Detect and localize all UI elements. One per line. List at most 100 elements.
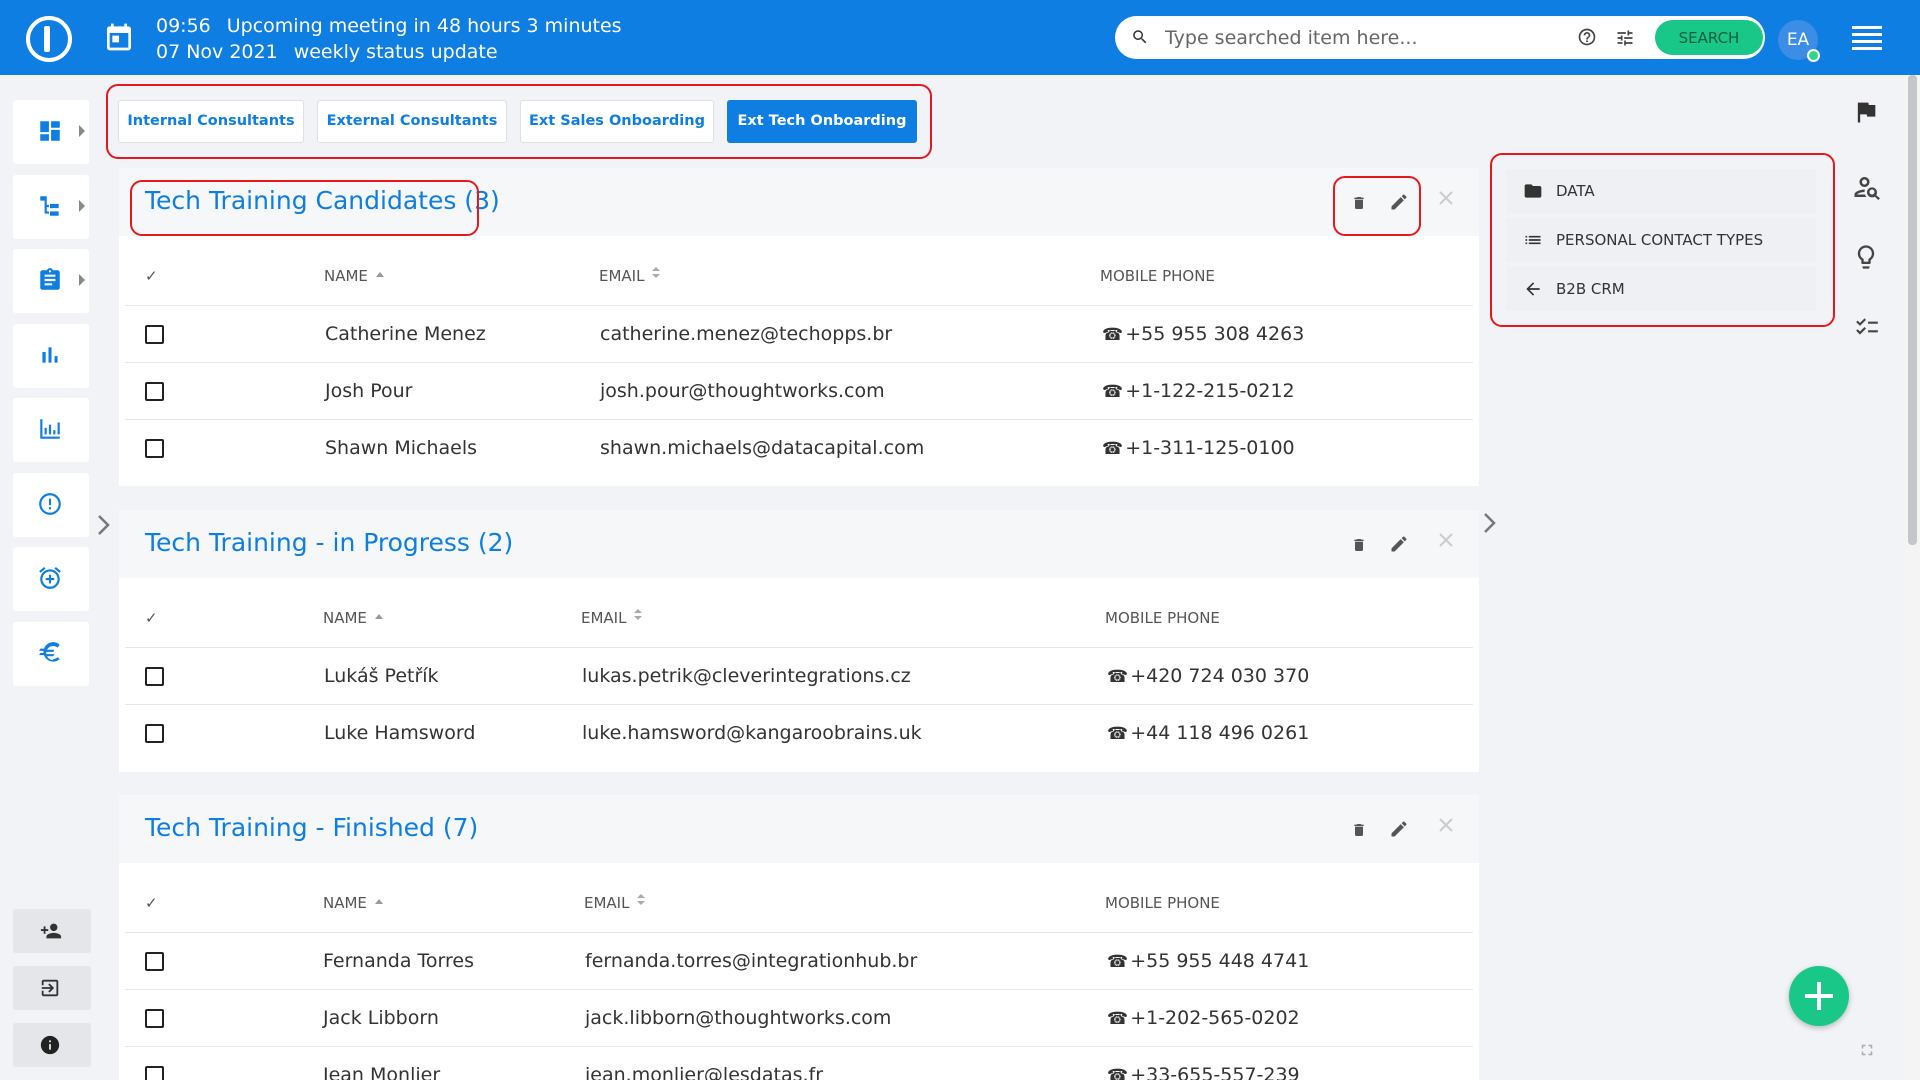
nav-reminders[interactable] (13, 547, 89, 611)
contact-email[interactable]: jean.monlier@lesdatas.fr (585, 1064, 823, 1080)
contact-email[interactable]: shawn.michaels@datacapital.com (600, 437, 924, 459)
contact-phone[interactable]: +33-655-557-239 (1107, 1064, 1299, 1080)
contact-email[interactable]: catherine.menez@techopps.br (600, 323, 892, 345)
table-row[interactable]: Luke Hamsword luke.hamsword@kangaroobrai… (125, 704, 1473, 761)
current-date: 07 Nov 2021 (156, 41, 278, 63)
tab-ext-sales-onboarding[interactable]: Ext Sales Onboarding (520, 100, 714, 143)
close-icon[interactable] (1438, 817, 1454, 833)
table-row[interactable]: Lukáš Petřík lukas.petrik@cleverintegrat… (125, 647, 1473, 704)
search-input[interactable] (1165, 25, 1545, 51)
tab-ext-tech-onboarding[interactable]: Ext Tech Onboarding (727, 100, 917, 143)
row-checkbox[interactable] (145, 952, 164, 971)
contact-email[interactable]: lukas.petrik@cleverintegrations.cz (582, 665, 911, 687)
nav-finance[interactable] (13, 622, 89, 686)
user-avatar[interactable]: EA (1778, 20, 1820, 62)
column-header-name[interactable]: NAME (323, 609, 383, 627)
fullscreen-icon[interactable] (1858, 1041, 1876, 1059)
contact-phone[interactable]: +55 955 308 4263 (1102, 323, 1304, 345)
contact-email[interactable]: jack.libborn@thoughtworks.com (585, 1007, 891, 1029)
row-checkbox[interactable] (145, 325, 164, 344)
panel-item-b2b-crm[interactable]: B2B CRM (1506, 267, 1816, 311)
hamburger-menu-icon[interactable] (1852, 26, 1882, 50)
contact-phone[interactable]: +1-202-565-0202 (1107, 1007, 1299, 1029)
search-button[interactable]: SEARCH (1655, 20, 1763, 55)
collapse-sidebar-chevron-icon[interactable] (96, 514, 110, 536)
nav-hierarchy[interactable] (13, 175, 89, 239)
nav-reports[interactable] (13, 324, 89, 388)
calendar-icon[interactable] (103, 20, 135, 54)
contact-name[interactable]: Shawn Michaels (325, 437, 477, 459)
filter-settings-icon[interactable] (1615, 28, 1635, 48)
lightbulb-icon[interactable] (1852, 242, 1880, 272)
column-header-email[interactable]: EMAIL (599, 267, 661, 285)
nav-dashboard[interactable] (13, 100, 89, 164)
delete-icon[interactable] (1351, 536, 1367, 554)
close-icon[interactable] (1438, 190, 1454, 206)
row-checkbox[interactable] (145, 439, 164, 458)
table-row[interactable]: Josh Pour josh.pour@thoughtworks.com +1-… (125, 362, 1473, 419)
flag-icon[interactable] (1852, 98, 1880, 126)
column-header-phone: MOBILE PHONE (1100, 267, 1215, 285)
row-checkbox[interactable] (145, 1066, 164, 1080)
select-all-check[interactable]: ✓ (145, 267, 158, 285)
checklist-icon[interactable] (1852, 314, 1882, 340)
nav-add-user[interactable] (13, 909, 91, 953)
contact-email[interactable]: fernanda.torres@integrationhub.br (585, 950, 917, 972)
section-title[interactable]: Tech Training - Finished (7) (145, 813, 478, 842)
tab-internal-consultants[interactable]: Internal Consultants (118, 100, 304, 143)
page-scrollbar[interactable] (1905, 75, 1920, 1080)
select-all-check[interactable]: ✓ (145, 894, 158, 912)
contact-phone[interactable]: +44 118 496 0261 (1107, 722, 1309, 744)
table-row[interactable]: Fernanda Torres fernanda.torres@integrat… (125, 932, 1473, 989)
app-logo[interactable] (26, 16, 72, 62)
nav-tasks[interactable] (13, 249, 89, 313)
column-label: EMAIL (584, 894, 630, 912)
table-row[interactable]: Jack Libborn jack.libborn@thoughtworks.c… (125, 989, 1473, 1046)
contact-phone[interactable]: +1-122-215-0212 (1102, 380, 1294, 402)
column-header-email[interactable]: EMAIL (584, 894, 646, 912)
section-title[interactable]: Tech Training - in Progress (2) (145, 528, 513, 557)
upcoming-meeting[interactable]: 09:56 Upcoming meeting in 48 hours 3 minu… (156, 13, 622, 65)
contact-name[interactable]: Jean Monlier (323, 1064, 440, 1080)
column-header-name[interactable]: NAME (324, 267, 384, 285)
row-checkbox[interactable] (145, 724, 164, 743)
close-icon[interactable] (1438, 532, 1454, 548)
tab-external-consultants[interactable]: External Consultants (317, 100, 507, 143)
table-row[interactable]: Shawn Michaels shawn.michaels@datacapita… (125, 419, 1473, 476)
collapse-right-panel-chevron-icon[interactable] (1482, 512, 1496, 534)
table-header: ✓ NAME EMAIL MOBILE PHONE (125, 877, 1473, 932)
panel-item-personal-contact-types[interactable]: PERSONAL CONTACT TYPES (1506, 218, 1816, 262)
delete-icon[interactable] (1351, 821, 1367, 839)
contact-name[interactable]: Josh Pour (325, 380, 412, 402)
person-search-icon[interactable] (1852, 172, 1882, 202)
contact-name[interactable]: Lukáš Petřík (324, 665, 439, 687)
row-checkbox[interactable] (145, 667, 164, 686)
edit-icon[interactable] (1389, 534, 1409, 554)
scrollbar-thumb[interactable] (1908, 75, 1917, 545)
contact-email[interactable]: luke.hamsword@kangaroobrains.uk (582, 722, 922, 744)
contact-phone[interactable]: +55 955 448 4741 (1107, 950, 1309, 972)
table-row[interactable]: Catherine Menez catherine.menez@techopps… (125, 305, 1473, 362)
table-row[interactable]: Jean Monlier jean.monlier@lesdatas.fr +3… (125, 1046, 1473, 1080)
contact-name[interactable]: Luke Hamsword (324, 722, 475, 744)
contact-phone[interactable]: +1-311-125-0100 (1102, 437, 1294, 459)
help-icon[interactable] (1577, 27, 1597, 47)
contact-name[interactable]: Jack Libborn (323, 1007, 439, 1029)
panel-item-data[interactable]: DATA (1506, 169, 1816, 213)
edit-icon[interactable] (1389, 819, 1409, 839)
euro-icon (39, 642, 60, 662)
column-header-name[interactable]: NAME (323, 894, 383, 912)
add-fab-button[interactable] (1789, 966, 1849, 1026)
nav-issues[interactable] (13, 473, 89, 537)
nav-info[interactable] (13, 1023, 91, 1067)
contact-name[interactable]: Fernanda Torres (323, 950, 474, 972)
contact-phone[interactable]: +420 724 030 370 (1107, 665, 1309, 687)
row-checkbox[interactable] (145, 1009, 164, 1028)
nav-logout[interactable] (13, 966, 91, 1010)
contact-email[interactable]: josh.pour@thoughtworks.com (600, 380, 885, 402)
nav-statistics[interactable] (13, 398, 89, 462)
column-header-email[interactable]: EMAIL (581, 609, 643, 627)
contact-name[interactable]: Catherine Menez (325, 323, 486, 345)
row-checkbox[interactable] (145, 382, 164, 401)
select-all-check[interactable]: ✓ (145, 609, 158, 627)
